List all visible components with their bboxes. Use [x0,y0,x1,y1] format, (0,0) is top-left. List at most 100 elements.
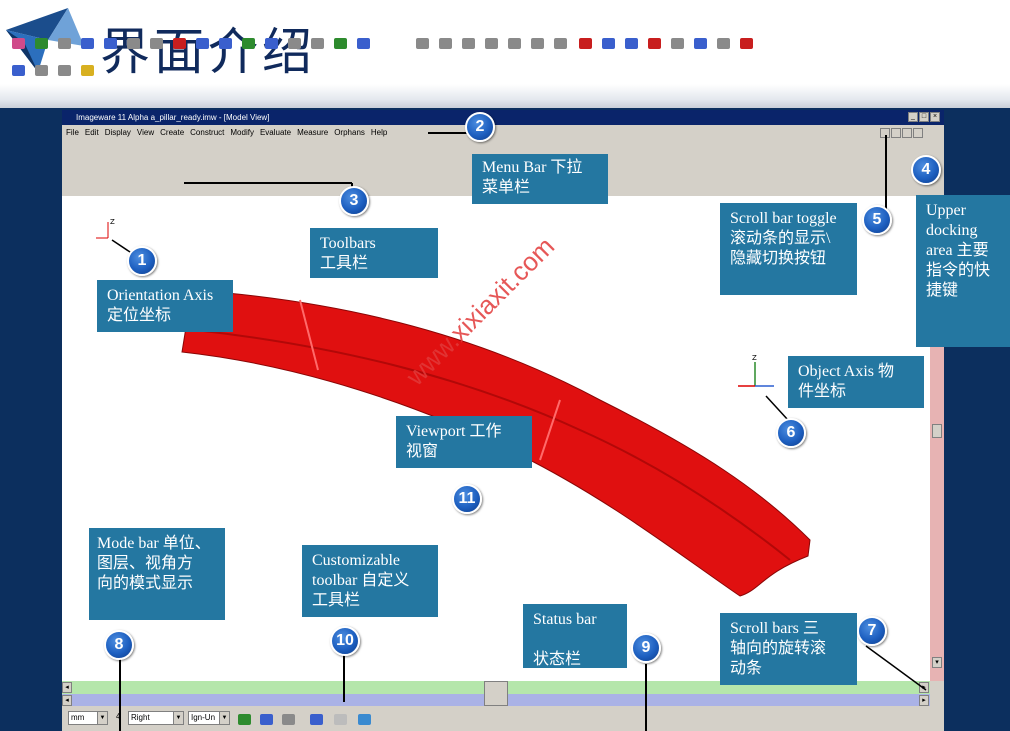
custom-icon-1[interactable] [306,709,326,729]
menu-view[interactable]: View [137,126,154,139]
tool-row2-button-4[interactable] [77,60,97,80]
dock-tool-button-8[interactable] [736,33,756,53]
tool-button-3[interactable] [54,33,74,53]
tool-button-4[interactable] [77,33,97,53]
minimize-button[interactable]: _ [908,112,918,122]
custom-icon-3[interactable] [354,709,374,729]
menu-create[interactable]: Create [160,126,184,139]
tool-icon-7 [149,37,163,49]
tool-b-button-7[interactable] [550,33,570,53]
maximize-button[interactable]: □ [919,112,929,122]
scroll-toggle-buttons [880,128,923,138]
tool-b-icon-7 [553,37,567,49]
tool-icon-9 [195,37,209,49]
tool-row2-button-3[interactable] [54,60,74,80]
toolbar-row-2 [8,60,97,84]
scroll-right-arrow-2[interactable]: ▸ [919,695,929,706]
badge-6: 6 [776,418,806,448]
mode-icon-1[interactable] [234,709,254,729]
tool-button-14[interactable] [307,33,327,53]
tool-b-button-1[interactable] [412,33,432,53]
scroll-down-arrow[interactable]: ▾ [932,657,942,668]
tool-row2-button-2[interactable] [31,60,51,80]
tool-row2-button-1[interactable] [8,60,28,80]
tool-button-8[interactable] [169,33,189,53]
custom-icon-2[interactable] [330,709,350,729]
tool-b-button-5[interactable] [504,33,524,53]
tool-button-1[interactable] [8,33,28,53]
tool-button-9[interactable] [192,33,212,53]
dock-tool-icon-3 [624,37,638,49]
tool-button-12[interactable] [261,33,281,53]
scroll-toggle-button[interactable] [880,128,890,138]
tool-icon-4 [80,37,94,49]
units-value: mm [71,713,85,722]
tool-b-icon-3 [461,37,475,49]
callout-scroll-bars: Scroll bars 三 轴向的旋转滚 动条 [720,613,857,685]
tool-button-6[interactable] [123,33,143,53]
menu-edit[interactable]: Edit [85,126,99,139]
window-title: Imageware 11 Alpha a_pillar_ready.imw - … [76,113,270,122]
mode-icon-3[interactable] [278,709,298,729]
tool-button-5[interactable] [100,33,120,53]
callout-toolbars: Toolbars 工具栏 [310,228,438,278]
dock-tool-icon-4 [647,37,661,49]
units-select[interactable]: mm ▼ [68,711,108,725]
menu-evaluate[interactable]: Evaluate [260,126,291,139]
menu-orphans[interactable]: Orphans [334,126,365,139]
menu-measure[interactable]: Measure [297,126,328,139]
menu-modify[interactable]: Modify [230,126,254,139]
layer-indicator[interactable]: 4 [114,711,126,725]
tool-icon-13 [287,37,301,49]
tool-button-2[interactable] [31,33,51,53]
tool-b-button-6[interactable] [527,33,547,53]
menu-construct[interactable]: Construct [190,126,224,139]
view-select[interactable]: Right ▼ [128,711,184,725]
scroll-left-arrow-2[interactable]: ◂ [62,695,72,706]
scroll-right-arrow[interactable]: ▸ [919,682,929,693]
tool-icon-2 [34,37,48,49]
badge-4: 4 [911,155,941,185]
dock-tool-button-3[interactable] [621,33,641,53]
tool-icon-16 [356,37,370,49]
horizontal-scroll-thumb[interactable] [484,681,508,706]
dock-tool-button-5[interactable] [667,33,687,53]
close-button[interactable]: × [930,112,940,122]
menu-help[interactable]: Help [371,126,387,139]
main-toolbar [8,33,373,57]
tool-b-button-2[interactable] [435,33,455,53]
tool-button-15[interactable] [330,33,350,53]
tool-b-icon-2 [438,37,452,49]
help-button[interactable] [891,128,901,138]
tool-icon-11 [241,37,255,49]
dock-tool-button-1[interactable] [575,33,595,53]
tool-button-10[interactable] [215,33,235,53]
doc-close-button[interactable] [913,128,923,138]
menu-file[interactable]: File [66,126,79,139]
window-titlebar: Imageware 11 Alpha a_pillar_ready.imw - … [62,110,944,125]
tool-b-icon-1 [415,37,429,49]
doc-minimize-button[interactable] [902,128,912,138]
tool-button-13[interactable] [284,33,304,53]
menu-display[interactable]: Display [105,126,131,139]
vertical-scroll-thumb[interactable] [932,424,942,438]
tool-b-button-3[interactable] [458,33,478,53]
tool-b-icon-4 [484,37,498,49]
tool-button-7[interactable] [146,33,166,53]
tool-b-button-4[interactable] [481,33,501,53]
dock-tool-button-2[interactable] [598,33,618,53]
badge-7: 7 [857,616,887,646]
callout-orientation-axis: Orientation Axis 定位坐标 [97,280,233,332]
scroll-left-arrow[interactable]: ◂ [62,682,72,693]
dock-tool-button-4[interactable] [644,33,664,53]
tool-button-16[interactable] [353,33,373,53]
tool-button-11[interactable] [238,33,258,53]
dock-tool-icon-6 [693,37,707,49]
mode-icon-2[interactable] [256,709,276,729]
tool-icon-14 [310,37,324,49]
dock-tool-button-6[interactable] [690,33,710,53]
mode-select[interactable]: Ign-Un ▼ [188,711,230,725]
dock-tool-button-7[interactable] [713,33,733,53]
tool-icon-1 [11,37,25,49]
callout-custom-toolbar: Customizable toolbar 自定义 工具栏 [302,545,438,617]
